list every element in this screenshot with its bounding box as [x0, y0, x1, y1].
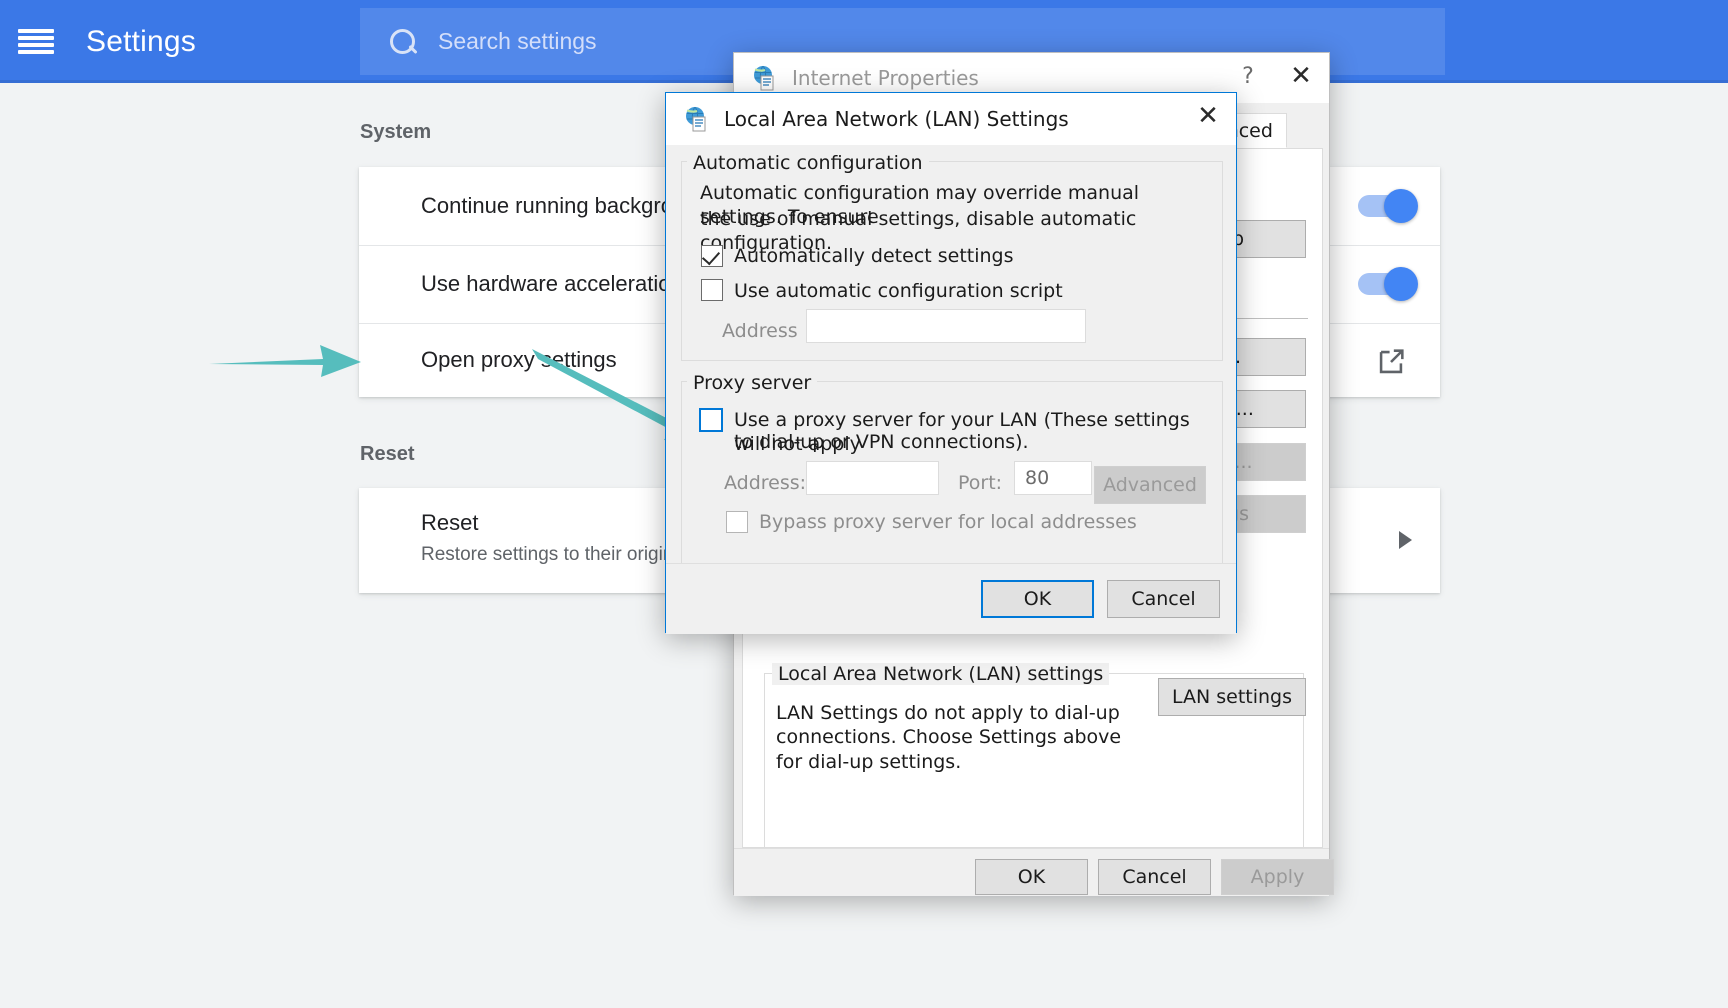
auto-detect-settings-checkbox[interactable]: [701, 245, 723, 267]
internet-properties-title: Internet Properties: [792, 66, 979, 90]
section-heading-system: System: [360, 121, 431, 144]
lan-settings-dialog: Local Area Network (LAN) Settings ✕ Auto…: [665, 92, 1237, 633]
bypass-proxy-checkbox: [726, 511, 748, 533]
use-configuration-script-label: Use automatic configuration script: [734, 279, 1063, 303]
button-label: LAN settings: [1172, 686, 1292, 708]
external-link-icon[interactable]: [1374, 345, 1408, 379]
close-icon[interactable]: ✕: [1273, 53, 1329, 99]
search-icon: [388, 27, 418, 57]
proxy-port-input[interactable]: 80: [1014, 461, 1092, 495]
lan-settings-button[interactable]: LAN settings: [1158, 678, 1306, 716]
lan-settings-cancel-button[interactable]: Cancel: [1107, 580, 1220, 618]
internet-properties-cancel-button[interactable]: Cancel: [1098, 859, 1211, 895]
lan-settings-titlebar[interactable]: Local Area Network (LAN) Settings ✕: [666, 93, 1236, 145]
internet-properties-ok-button[interactable]: OK: [975, 859, 1088, 895]
script-address-label: Address: [722, 319, 798, 343]
lan-settings-title: Local Area Network (LAN) Settings: [724, 107, 1069, 131]
hamburger-icon[interactable]: [18, 29, 54, 55]
page-title: Settings: [86, 25, 196, 59]
lan-settings-description: LAN Settings do not apply to dial-up con…: [776, 701, 1146, 774]
use-proxy-server-label-line2: to dial-up or VPN connections).: [734, 430, 1214, 454]
lan-settings-ok-button[interactable]: OK: [981, 580, 1094, 618]
bypass-proxy-label: Bypass proxy server for local addresses: [759, 510, 1137, 534]
internet-properties-icon: [752, 65, 778, 91]
use-proxy-server-checkbox[interactable]: [699, 408, 723, 432]
use-configuration-script-checkbox[interactable]: [701, 279, 723, 301]
button-label: Apply: [1251, 866, 1305, 888]
auto-detect-settings-label: Automatically detect settings: [734, 244, 1014, 268]
script-address-input[interactable]: [806, 309, 1086, 343]
proxy-address-input[interactable]: [806, 461, 939, 495]
automatic-configuration-group-title: Automatic configuration: [687, 152, 929, 174]
proxy-address-label: Address:: [724, 471, 806, 495]
internet-properties-apply-button: Apply: [1221, 859, 1334, 895]
chevron-right-icon[interactable]: [1399, 531, 1412, 549]
button-label: Advanced: [1103, 474, 1197, 496]
close-icon[interactable]: ✕: [1180, 93, 1236, 139]
toggle-continue-running-background[interactable]: [1358, 195, 1412, 217]
proxy-port-label: Port:: [958, 471, 1002, 495]
button-label: Cancel: [1122, 866, 1186, 888]
button-label: Cancel: [1131, 588, 1195, 610]
row-label: Open proxy settings: [421, 347, 617, 373]
internet-properties-icon: [684, 106, 710, 132]
proxy-server-group-title: Proxy server: [687, 372, 817, 394]
section-heading-reset: Reset: [360, 443, 414, 466]
proxy-advanced-button: Advanced: [1094, 466, 1206, 504]
button-label: OK: [1018, 866, 1045, 888]
toggle-use-hardware-acceleration[interactable]: [1358, 273, 1412, 295]
button-label: OK: [1024, 588, 1051, 610]
lan-settings-group-title: Local Area Network (LAN) settings: [772, 663, 1109, 685]
search-placeholder: Search settings: [438, 28, 597, 55]
input-value: 80: [1025, 467, 1049, 489]
